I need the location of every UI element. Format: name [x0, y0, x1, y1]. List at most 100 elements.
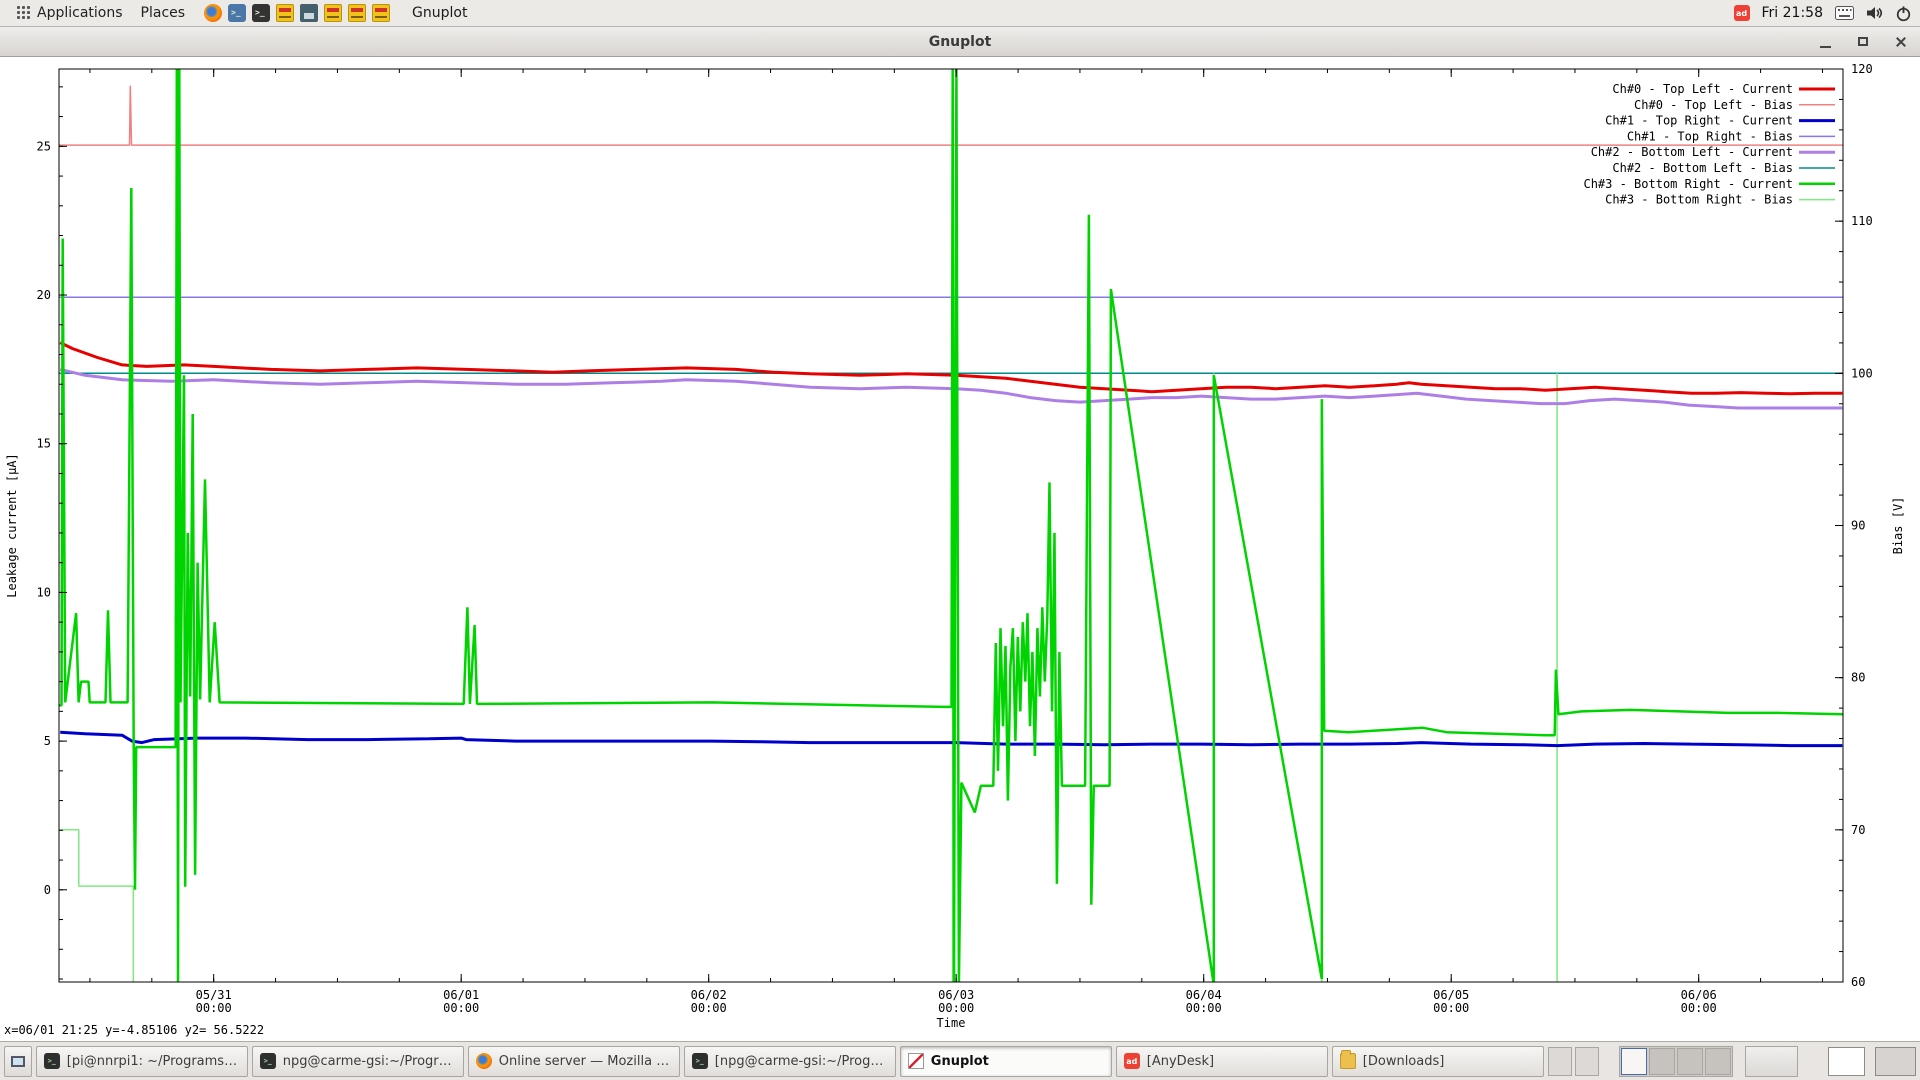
empty-applet [1745, 1046, 1799, 1077]
series-ch-1-top-right-current [60, 732, 1842, 745]
show-desktop-button[interactable] [4, 1046, 32, 1077]
taskbar-button[interactable]: [Downloads] [1332, 1046, 1544, 1077]
maximize-icon [1858, 37, 1868, 46]
taskbar-button[interactable]: Online server — Mozilla Fir… [468, 1046, 680, 1077]
svg-text:00:00: 00:00 [691, 1001, 727, 1015]
volume-icon[interactable] [1866, 5, 1883, 21]
legend-label: Ch#3 - Bottom Right - Bias [1605, 193, 1793, 207]
applet-pane[interactable] [1575, 1047, 1599, 1076]
svg-text:06/03: 06/03 [938, 988, 974, 1002]
monitor-icon [11, 1056, 25, 1067]
anydesk-tray-icon[interactable] [1734, 5, 1750, 21]
svg-text:00:00: 00:00 [1681, 1001, 1717, 1015]
svg-text:60: 60 [1851, 975, 1865, 989]
app-yellow-launcher-icon[interactable] [372, 4, 390, 22]
svg-text:0: 0 [44, 883, 51, 897]
floppy-dark-launcher-icon[interactable] [300, 4, 318, 22]
applications-menu[interactable]: Applications [8, 3, 132, 23]
app-yellow-launcher-icon[interactable] [276, 4, 294, 22]
svg-text:00:00: 00:00 [938, 1001, 974, 1015]
terminal-blue-launcher-icon[interactable] [228, 4, 246, 22]
svg-text:06/02: 06/02 [691, 988, 727, 1002]
workspace-cell[interactable] [1621, 1048, 1647, 1075]
svg-text:06/04: 06/04 [1186, 988, 1222, 1002]
gnuplot-canvas[interactable]: 05/3100:0006/0100:0006/0200:0006/0300:00… [0, 57, 1920, 1041]
places-menu[interactable]: Places [132, 3, 195, 23]
taskbar-button[interactable]: [AnyDesk] [1116, 1046, 1328, 1077]
chart-series [59, 66, 1843, 1012]
svg-text:00:00: 00:00 [1433, 1001, 1469, 1015]
taskbar-button-label: [AnyDesk] [1147, 1054, 1214, 1069]
app-yellow-launcher-icon[interactable] [348, 4, 366, 22]
window-titlebar[interactable]: Gnuplot [0, 27, 1920, 57]
taskbar-button-label: [npg@carme-gsi:~/Program…] [715, 1054, 888, 1069]
window-title: Gnuplot [114, 34, 1806, 50]
taskbar-button-label: [pi@nnrpi1: ~/Programs/cae…] [67, 1054, 240, 1069]
workspace-cell[interactable] [1649, 1048, 1675, 1075]
svg-text:00:00: 00:00 [1186, 1001, 1222, 1015]
close-icon [1895, 36, 1907, 48]
minimize-button[interactable] [1806, 27, 1844, 57]
close-button[interactable] [1882, 27, 1920, 57]
legend-label: Ch#2 - Bottom Left - Current [1591, 145, 1793, 159]
maximize-button[interactable] [1844, 27, 1882, 57]
series-ch-0-top-left-bias [59, 86, 1843, 145]
svg-text:Bias [V]: Bias [V] [1891, 497, 1905, 555]
active-app-label: Gnuplot [412, 5, 467, 21]
gnuplot-chart[interactable]: 05/3100:0006/0100:0006/0200:0006/0300:00… [0, 57, 1920, 1041]
svg-text:120: 120 [1851, 62, 1873, 76]
workspace-cell[interactable] [1705, 1048, 1731, 1075]
workspace-switcher[interactable] [1619, 1046, 1733, 1077]
legend-label: Ch#2 - Bottom Left - Bias [1612, 161, 1793, 175]
svg-text:00:00: 00:00 [196, 1001, 232, 1015]
svg-text:06/05: 06/05 [1433, 988, 1469, 1002]
svg-text:Time: Time [937, 1016, 966, 1030]
taskbar-button[interactable]: [pi@nnrpi1: ~/Programs/cae…] [36, 1046, 248, 1077]
top-panel: Applications Places Gnuplot Fri 21:58 [0, 0, 1920, 27]
trash-applet[interactable] [1875, 1047, 1916, 1076]
notification-area [1828, 1047, 1865, 1076]
minimize-icon [1820, 46, 1831, 48]
panel-tray: Fri 21:58 [1734, 5, 1912, 22]
svg-text:100: 100 [1851, 366, 1873, 380]
firefox-icon [476, 1053, 492, 1069]
legend-label: Ch#0 - Top Left - Current [1612, 82, 1793, 96]
taskbar-button[interactable]: [npg@carme-gsi:~/Program…] [684, 1046, 896, 1077]
taskbar-button[interactable]: npg@carme-gsi:~/Programs… [252, 1046, 464, 1077]
clock[interactable]: Fri 21:58 [1762, 5, 1823, 21]
legend-label: Ch#3 - Bottom Right - Current [1583, 177, 1793, 191]
svg-text:5: 5 [44, 734, 51, 748]
legend-label: Ch#0 - Top Left - Bias [1634, 98, 1793, 112]
svg-text:00:00: 00:00 [443, 1001, 479, 1015]
window-list: [pi@nnrpi1: ~/Programs/cae…] npg@carme-gs… [36, 1046, 1544, 1077]
workspace-cell[interactable] [1677, 1048, 1703, 1075]
panel-launchers [204, 4, 390, 22]
svg-text:110: 110 [1851, 214, 1873, 228]
keyboard-layout-icon[interactable] [1835, 6, 1854, 20]
firefox-launcher-icon[interactable] [204, 4, 222, 22]
terminal-icon [44, 1053, 60, 1069]
svg-text:70: 70 [1851, 823, 1865, 837]
app-yellow-launcher-icon[interactable] [324, 4, 342, 22]
terminal-dark-launcher-icon[interactable] [252, 4, 270, 22]
taskbar-button[interactable]: Gnuplot [900, 1046, 1112, 1077]
series-ch-3-bottom-right-bias [59, 84, 1557, 1012]
svg-text:Leakage current [µA]: Leakage current [µA] [5, 453, 19, 598]
svg-text:20: 20 [37, 288, 51, 302]
series-ch-3-bottom-right-current [59, 66, 1843, 985]
taskbar-button-label: [Downloads] [1363, 1054, 1445, 1069]
legend-label: Ch#1 - Top Right - Current [1605, 114, 1793, 128]
applications-menu-icon [17, 6, 31, 20]
applications-menu-label: Applications [37, 5, 123, 21]
taskbar: [pi@nnrpi1: ~/Programs/cae…] npg@carme-gs… [0, 1041, 1920, 1080]
svg-text:15: 15 [37, 437, 51, 451]
svg-text:25: 25 [37, 139, 51, 153]
folder-icon [1340, 1053, 1356, 1069]
applet-panes [1548, 1047, 1599, 1076]
legend-label: Ch#1 - Top Right - Bias [1627, 129, 1793, 143]
mouse-coordinates: x=06/01 21:25 y=-4.85106 y2= 56.5222 [4, 1023, 264, 1037]
power-icon[interactable] [1895, 5, 1912, 22]
applet-pane[interactable] [1548, 1047, 1572, 1076]
desktop: Applications Places Gnuplot Fri 21:58 [0, 0, 1920, 1080]
svg-text:06/06: 06/06 [1681, 988, 1717, 1002]
